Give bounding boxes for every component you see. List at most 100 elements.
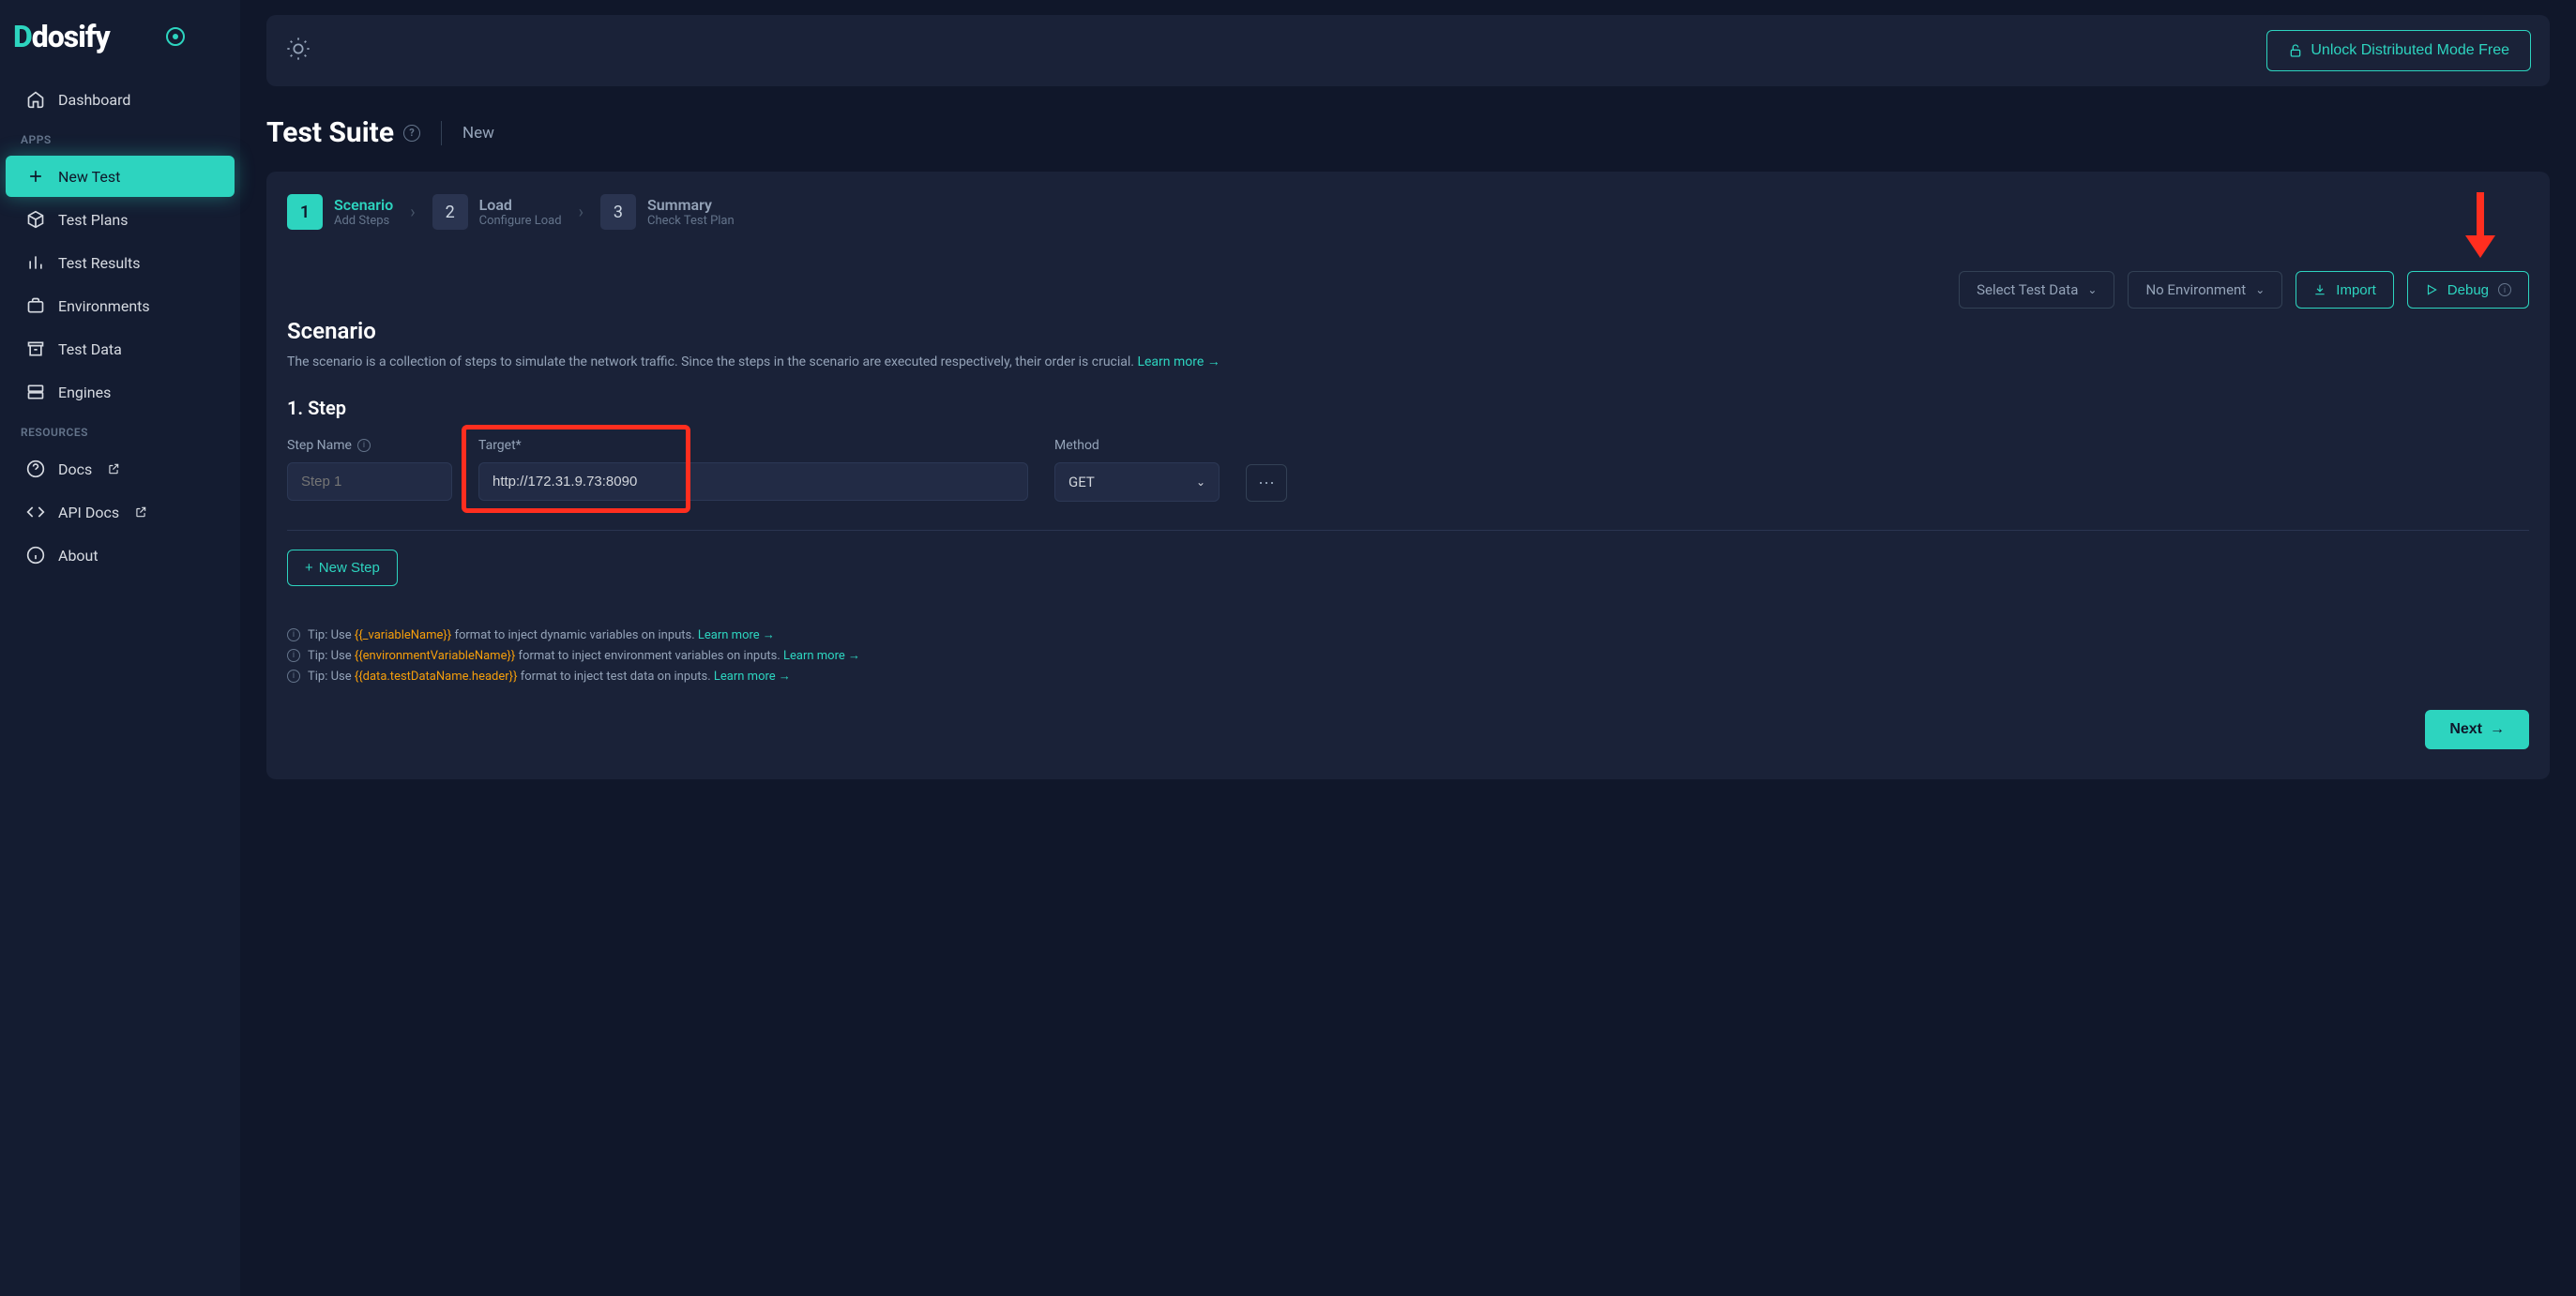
theme-toggle[interactable] bbox=[285, 36, 311, 66]
import-button[interactable]: Import bbox=[2296, 271, 2394, 309]
learn-more-link[interactable]: Learn more → bbox=[698, 628, 775, 642]
step-title: Scenario bbox=[334, 196, 393, 214]
field-target: Target* bbox=[478, 438, 1028, 501]
sidebar-item-test-results[interactable]: Test Results bbox=[6, 242, 235, 283]
sidebar-item-new-test[interactable]: New Test bbox=[6, 156, 235, 197]
stepper-step-1[interactable]: 1 Scenario Add Steps bbox=[287, 194, 393, 230]
content-card: 1 Scenario Add Steps › 2 Load Configure … bbox=[266, 172, 2550, 779]
download-icon bbox=[2313, 283, 2326, 296]
sidebar-item-docs[interactable]: Docs bbox=[6, 448, 235, 490]
button-label: Debug bbox=[2447, 282, 2489, 298]
select-label: No Environment bbox=[2145, 281, 2246, 298]
section-label-resources: RESOURCES bbox=[0, 414, 240, 446]
step-number: 3 bbox=[600, 194, 636, 230]
help-icon[interactable]: ? bbox=[403, 125, 420, 142]
button-label: New Step bbox=[319, 560, 380, 576]
sidebar-item-environments[interactable]: Environments bbox=[6, 285, 235, 326]
sidebar-item-api-docs[interactable]: API Docs bbox=[6, 491, 235, 533]
select-label: Select Test Data bbox=[1977, 281, 2078, 298]
stepper-step-2[interactable]: 2 Load Configure Load bbox=[432, 194, 562, 230]
external-link-icon bbox=[107, 462, 120, 475]
next-button[interactable]: Next → bbox=[2425, 710, 2529, 749]
lock-icon bbox=[2288, 43, 2303, 58]
bars-icon bbox=[26, 253, 45, 272]
tip-row: i Tip: Use {{_variableName}} format to i… bbox=[287, 627, 2529, 642]
sidebar-item-test-plans[interactable]: Test Plans bbox=[6, 199, 235, 240]
learn-more-link[interactable]: Learn more → bbox=[783, 649, 860, 663]
sun-icon bbox=[285, 36, 311, 62]
field-step-name: Step Name i bbox=[287, 438, 452, 501]
select-environment[interactable]: No Environment ⌄ bbox=[2128, 271, 2282, 309]
chevron-down-icon: ⌄ bbox=[2255, 283, 2265, 296]
tip-row: i Tip: Use {{environmentVariableName}} f… bbox=[287, 648, 2529, 663]
sidebar-item-label: About bbox=[58, 547, 98, 565]
separator bbox=[441, 121, 442, 145]
section-label-apps: APPS bbox=[0, 122, 240, 154]
sidebar-item-label: Test Results bbox=[58, 254, 141, 272]
label-target: Target* bbox=[478, 438, 1028, 453]
more-options-button[interactable]: ⋯ bbox=[1246, 464, 1287, 502]
info-icon: i bbox=[2498, 283, 2511, 296]
code-icon bbox=[26, 503, 45, 521]
info-icon: i bbox=[287, 649, 300, 662]
arrow-right-icon: → bbox=[2490, 721, 2505, 738]
unlock-distributed-button[interactable]: Unlock Distributed Mode Free bbox=[2266, 30, 2531, 71]
sidebar-item-dashboard[interactable]: Dashboard bbox=[6, 79, 235, 120]
sidebar-item-label: Test Plans bbox=[58, 211, 129, 229]
select-test-data[interactable]: Select Test Data ⌄ bbox=[1959, 271, 2114, 309]
logo: Ddosify bbox=[0, 19, 240, 77]
page-title-text: Test Suite bbox=[266, 116, 394, 149]
external-link-icon bbox=[134, 505, 147, 519]
step-title: Summary bbox=[647, 196, 735, 214]
unlock-label: Unlock Distributed Mode Free bbox=[2311, 42, 2509, 59]
sidebar-item-engines[interactable]: Engines bbox=[6, 371, 235, 413]
play-icon bbox=[2425, 283, 2438, 296]
home-icon bbox=[26, 90, 45, 109]
step-number: 1 bbox=[287, 194, 323, 230]
divider bbox=[287, 530, 2529, 531]
brand-name: Ddosify bbox=[13, 19, 110, 54]
collapse-icon[interactable] bbox=[166, 27, 185, 46]
chevron-down-icon: ⌄ bbox=[2087, 283, 2097, 296]
tip-row: i Tip: Use {{data.testDataName.header}} … bbox=[287, 669, 2529, 684]
page-header: Test Suite ? New bbox=[266, 116, 2550, 149]
step-heading: 1. Step bbox=[287, 397, 2529, 419]
button-label: Next bbox=[2449, 721, 2482, 738]
chevron-right-icon: › bbox=[410, 203, 415, 222]
info-icon: i bbox=[287, 628, 300, 641]
step-title: Load bbox=[479, 196, 562, 214]
sidebar-item-label: Dashboard bbox=[58, 91, 130, 109]
footer: Next → bbox=[287, 710, 2529, 749]
stepper: 1 Scenario Add Steps › 2 Load Configure … bbox=[287, 194, 2529, 230]
topbar: Unlock Distributed Mode Free bbox=[266, 15, 2550, 86]
label-method: Method bbox=[1054, 438, 1220, 453]
step-subtitle: Add Steps bbox=[334, 214, 393, 228]
learn-more-link[interactable]: Learn more → bbox=[714, 670, 791, 684]
step-subtitle: Check Test Plan bbox=[647, 214, 735, 228]
tips-section: i Tip: Use {{_variableName}} format to i… bbox=[287, 627, 2529, 684]
method-select[interactable]: GET ⌄ bbox=[1054, 462, 1220, 502]
sidebar-item-label: Environments bbox=[58, 297, 150, 315]
sidebar-item-label: API Docs bbox=[58, 504, 119, 521]
target-input[interactable] bbox=[478, 462, 1028, 501]
new-step-button[interactable]: + New Step bbox=[287, 550, 398, 586]
plus-icon bbox=[26, 167, 45, 186]
step-number: 2 bbox=[432, 194, 468, 230]
debug-button[interactable]: Debug i bbox=[2407, 271, 2529, 309]
button-label: Import bbox=[2336, 282, 2376, 298]
label-step-name: Step Name i bbox=[287, 438, 452, 453]
sidebar-item-test-data[interactable]: Test Data bbox=[6, 328, 235, 369]
scenario-title: Scenario bbox=[287, 318, 2529, 344]
learn-more-link[interactable]: Learn more → bbox=[1137, 354, 1220, 369]
sidebar-item-label: New Test bbox=[58, 168, 120, 186]
step-name-input[interactable] bbox=[287, 462, 452, 501]
sidebar-item-label: Engines bbox=[58, 384, 111, 401]
step-form: Step Name i Target* Method GET ⌄ bbox=[287, 438, 2529, 502]
info-icon: i bbox=[357, 439, 371, 452]
briefcase-icon bbox=[26, 296, 45, 315]
info-icon: i bbox=[287, 670, 300, 683]
plus-icon: + bbox=[305, 560, 313, 576]
info-icon bbox=[26, 546, 45, 565]
stepper-step-3[interactable]: 3 Summary Check Test Plan bbox=[600, 194, 735, 230]
sidebar-item-about[interactable]: About bbox=[6, 535, 235, 576]
